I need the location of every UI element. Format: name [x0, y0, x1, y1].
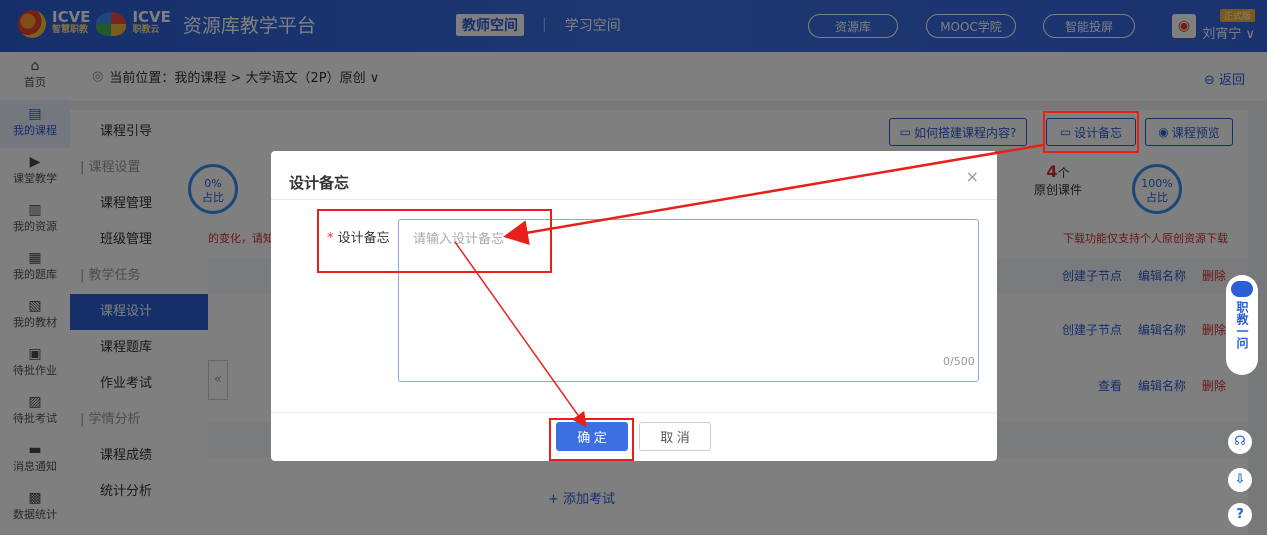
highlight-box-design-note-button: [1043, 111, 1139, 153]
ai-assistant-widget[interactable]: 职教一问: [1226, 275, 1258, 375]
dialog-title: 设计备忘: [289, 174, 350, 192]
customer-service-icon[interactable]: ☊: [1228, 430, 1252, 454]
highlight-box-confirm: [549, 418, 634, 461]
download-icon[interactable]: ⇩: [1228, 468, 1252, 492]
robot-icon: [1231, 281, 1253, 297]
help-icon[interactable]: ?: [1228, 503, 1252, 527]
highlight-box-field: [317, 209, 552, 273]
cancel-button[interactable]: 取 消: [639, 422, 711, 451]
dialog-header-divider: [271, 199, 997, 200]
dialog-footer-divider: [271, 412, 997, 413]
design-note-dialog: 设计备忘 × * 设计备忘 0/500 确 定 取 消: [271, 151, 997, 461]
char-counter: 0/500: [943, 355, 975, 368]
close-icon[interactable]: ×: [966, 167, 979, 186]
